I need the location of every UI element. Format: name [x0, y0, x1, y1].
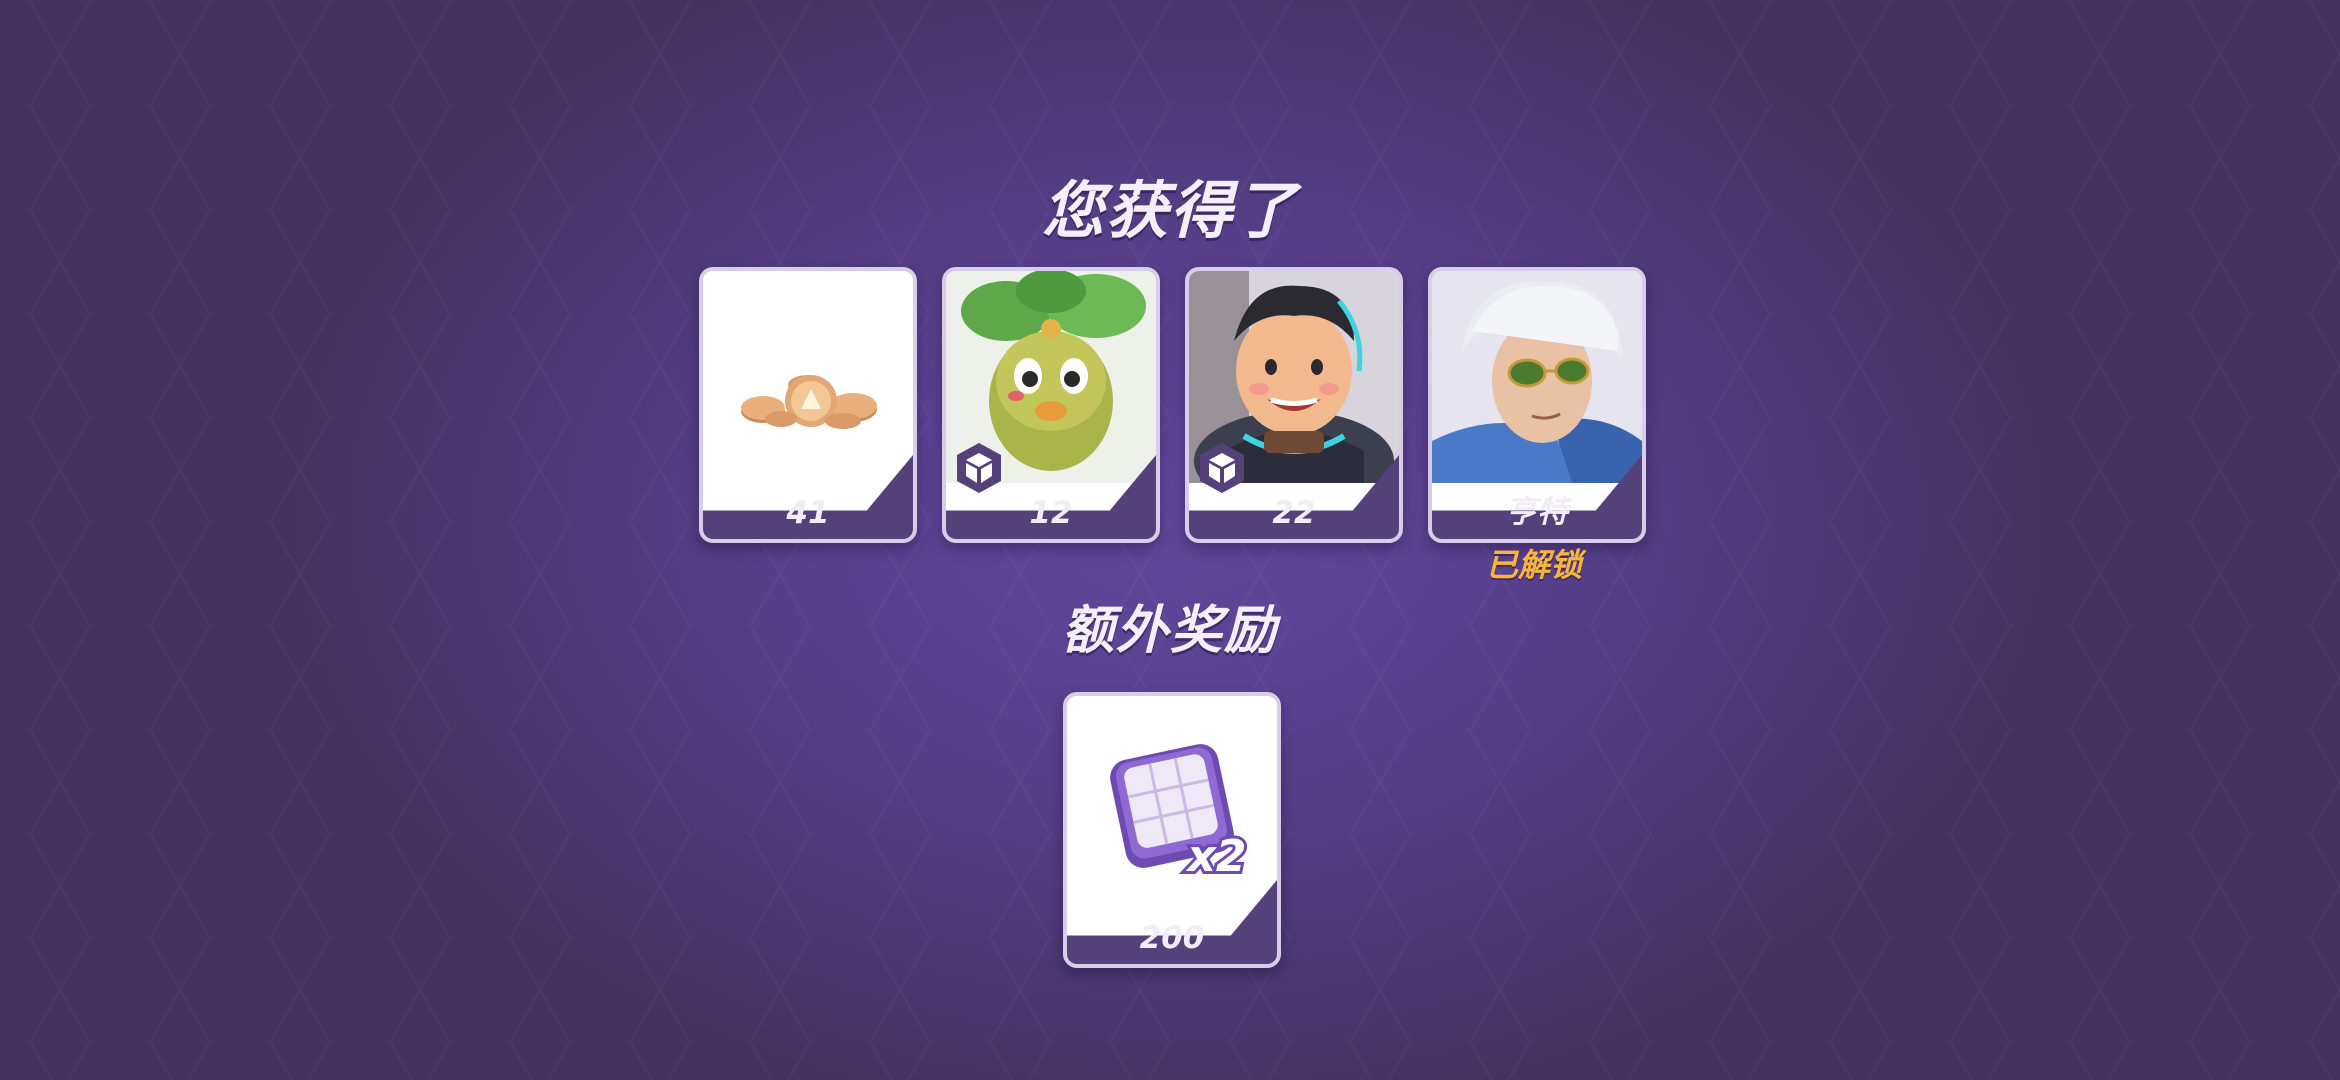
bonus-title: 额外奖励	[1061, 601, 1278, 661]
reward-count: 12	[1029, 495, 1073, 531]
svg-text:x2: x2	[1186, 831, 1247, 882]
reward-card-hunter[interactable]: 亨特	[1428, 267, 1646, 543]
reward-card-plant-shard[interactable]: 12	[942, 267, 1160, 543]
unlocked-label: 已解锁	[1485, 546, 1582, 584]
rewards-title: 您获得了	[1041, 174, 1298, 247]
x2-card-icon: x2	[1067, 696, 1277, 908]
reward-count: 22	[1272, 495, 1316, 531]
hunter-character-portrait	[1432, 271, 1642, 483]
bonus-count: 200	[1139, 920, 1205, 956]
shard-icon	[957, 443, 1001, 493]
shard-icon	[1200, 443, 1244, 493]
reward-card-astronaut-shard[interactable]: 22	[1185, 267, 1403, 543]
hero-name: 亨特	[1506, 494, 1568, 530]
reward-card-coins[interactable]: 41	[699, 267, 917, 543]
bonus-card-double[interactable]: x2 200	[1063, 692, 1281, 968]
reward-count: 41	[786, 495, 830, 531]
coin-stack-icon	[703, 271, 913, 483]
